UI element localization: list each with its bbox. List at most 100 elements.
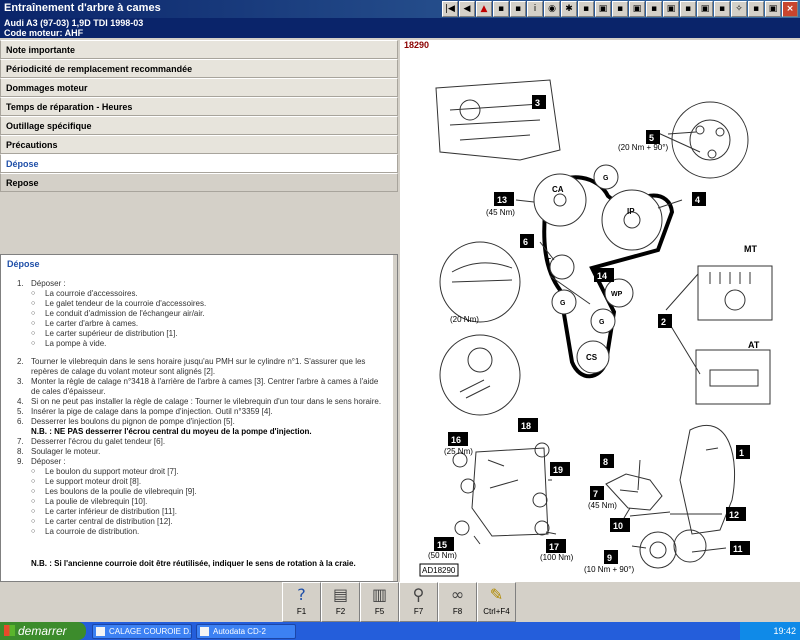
substep: Le support moteur droit [8]. (17, 477, 389, 487)
vehicle-model: Audi A3 (97-03) 1,9D TDI 1998-03 (4, 18, 144, 28)
menu-item-depose[interactable]: Dépose (0, 154, 398, 173)
tool-icon[interactable]: ✧ (731, 1, 747, 17)
close-icon[interactable]: × (782, 1, 798, 17)
engine-code: Code moteur: AHF (4, 28, 84, 38)
menu-empty-area (0, 192, 398, 254)
f5-book-button[interactable]: ▥ F5 (360, 582, 399, 622)
callout-10: 10 (613, 521, 623, 531)
step-6: 6. Desserrer les boulons du pignon de pom… (17, 417, 235, 426)
tool-icon[interactable]: ▣ (663, 1, 679, 17)
menu-item-dommages[interactable]: Dommages moteur (0, 78, 398, 97)
step-7: 7. Desserrer l'écrou du galet tendeur [6]… (17, 437, 166, 446)
substep: Le boulon du support moteur droit [7]. (17, 467, 389, 477)
prev-icon[interactable]: ◀ (459, 1, 475, 17)
pulley-g2: G (560, 300, 566, 307)
callout-3: 3 (535, 98, 540, 108)
tool-icon[interactable]: ▪ (612, 1, 628, 17)
procedure-text-pane[interactable]: Dépose 1.Déposer : La courroie d'accesso… (0, 254, 398, 582)
scrollbar[interactable] (393, 255, 397, 581)
f8-belt-button[interactable]: ∞ F8 (438, 582, 477, 622)
tool-icon[interactable]: ▪ (748, 1, 764, 17)
help-icon: ? (297, 585, 306, 604)
diagram-svg: 3 5 (20 Nm + 90°) 4 13 (45 Nm) 6 14 (20 … (419, 79, 773, 577)
tool-icon[interactable]: ▣ (765, 1, 781, 17)
callout-14: 14 (597, 271, 607, 281)
tool-icon[interactable]: ▣ (595, 1, 611, 17)
window-icon (96, 627, 105, 636)
tool-icon[interactable]: ▣ (629, 1, 645, 17)
system-tray: 19:42 (740, 622, 800, 640)
substep: Le galet tendeur de la courroie d'access… (17, 299, 389, 309)
title-bar: Entraînement d'arbre à cames |◀ ◀ ▲ ▪ ▪ … (0, 0, 800, 18)
gear-icon[interactable]: ✱ (561, 1, 577, 17)
callout-5: 5 (649, 133, 654, 143)
taskbar-item-autodata[interactable]: Autodata CD-2 (196, 624, 296, 639)
vehicle-header: Audi A3 (97-03) 1,9D TDI 1998-03 Code mo… (0, 18, 800, 38)
tool-icon[interactable]: ▪ (714, 1, 730, 17)
procedure-heading: Dépose (7, 259, 40, 269)
torque-9: (10 Nm + 90°) (584, 565, 634, 574)
callout-16: 16 (451, 435, 461, 445)
pulley-ip: IP (627, 207, 635, 216)
tool-icon[interactable]: ▪ (510, 1, 526, 17)
callout-18: 18 (521, 421, 531, 431)
settings-icon[interactable]: ◉ (544, 1, 560, 17)
substep: Les boulons de la poulie de vilebrequin … (17, 487, 389, 497)
torque-6: (20 Nm) (450, 315, 479, 324)
tool-icon[interactable]: ▪ (680, 1, 696, 17)
menu-item-precautions[interactable]: Précautions (0, 135, 398, 154)
callout-15: 15 (437, 540, 447, 550)
taskbar: demarrer CALAGE COUROIE D... Autodata CD… (0, 622, 800, 640)
callout-9: 9 (607, 553, 612, 563)
menu-item-outillage[interactable]: Outillage spécifique (0, 116, 398, 135)
callout-7: 7 (593, 489, 598, 499)
tool-icon[interactable]: ▣ (697, 1, 713, 17)
menu-item-periodicite[interactable]: Périodicité de remplacement recommandée (0, 59, 398, 78)
pulley-wp: WP (611, 291, 623, 298)
section-menu: Note importante Périodicité de remplacem… (0, 40, 398, 192)
step-9: 9. Déposer : (17, 457, 66, 466)
start-button[interactable]: demarrer (0, 622, 86, 640)
callout-11: 11 (733, 544, 743, 554)
tool-icon[interactable]: ▪ (493, 1, 509, 17)
toolbar: |◀ ◀ ▲ ▪ ▪ i ◉ ✱ ▪ ▣ ▪ ▣ ▪ ▣ ▪ ▣ ▪ ✧ ▪ ▣… (442, 1, 798, 17)
step-1: 1. Déposer : (17, 279, 66, 288)
book-icon: ▥ (371, 585, 388, 604)
label-mt: MT (744, 244, 757, 254)
tool-icon[interactable]: ▪ (646, 1, 662, 17)
menu-item-note[interactable]: Note importante (0, 40, 398, 59)
torque-7: (45 Nm) (588, 501, 617, 510)
first-icon[interactable]: |◀ (442, 1, 458, 17)
step-5: 5. Insérer la pige de calage dans la pomp… (17, 407, 273, 416)
f1-help-button[interactable]: ? F1 (282, 582, 321, 622)
f2-print-button[interactable]: ▤ F2 (321, 582, 360, 622)
pulley-ca: CA (552, 185, 564, 194)
substep: Le carter central de distribution [12]. (17, 517, 389, 527)
warning-icon[interactable]: ▲ (476, 1, 492, 17)
diagram-id: 18290 (404, 40, 430, 50)
step-3: 3. Monter la règle de calage n°3418 à l'a… (17, 377, 379, 396)
callout-13: 13 (497, 195, 507, 205)
substep: La pompe à vide. (17, 339, 389, 349)
tool-icon[interactable]: ▪ (578, 1, 594, 17)
ctrl-f4-notes-button[interactable]: ✎ Ctrl+F4 (477, 582, 516, 622)
torque-16: (25 Nm) (444, 447, 473, 456)
info-icon[interactable]: i (527, 1, 543, 17)
menu-item-temps[interactable]: Temps de réparation - Heures (0, 97, 398, 116)
f7-zoom-button[interactable]: ⚲ F7 (399, 582, 438, 622)
substep: Le conduit d'admission de l'échangeur ai… (17, 309, 389, 319)
callout-2: 2 (661, 317, 666, 327)
menu-item-repose[interactable]: Repose (0, 173, 398, 192)
procedure-steps: 1.Déposer : La courroie d'accessoires. L… (17, 279, 389, 537)
autodata-window: Entraînement d'arbre à cames |◀ ◀ ▲ ▪ ▪ … (0, 0, 800, 640)
callout-6: 6 (523, 237, 528, 247)
windows-logo-icon (4, 625, 15, 636)
callout-12: 12 (729, 510, 739, 520)
torque-13: (45 Nm) (486, 208, 515, 217)
belt-icon: ∞ (450, 585, 465, 604)
clock: 19:42 (773, 626, 796, 636)
substep: La courroie de distribution. (17, 527, 389, 537)
final-note: N.B. : Si l'ancienne courroie doit être … (31, 559, 356, 568)
substep: Le carter supérieur de distribution [1]. (17, 329, 389, 339)
taskbar-item-calage[interactable]: CALAGE COUROIE D... (92, 624, 192, 639)
